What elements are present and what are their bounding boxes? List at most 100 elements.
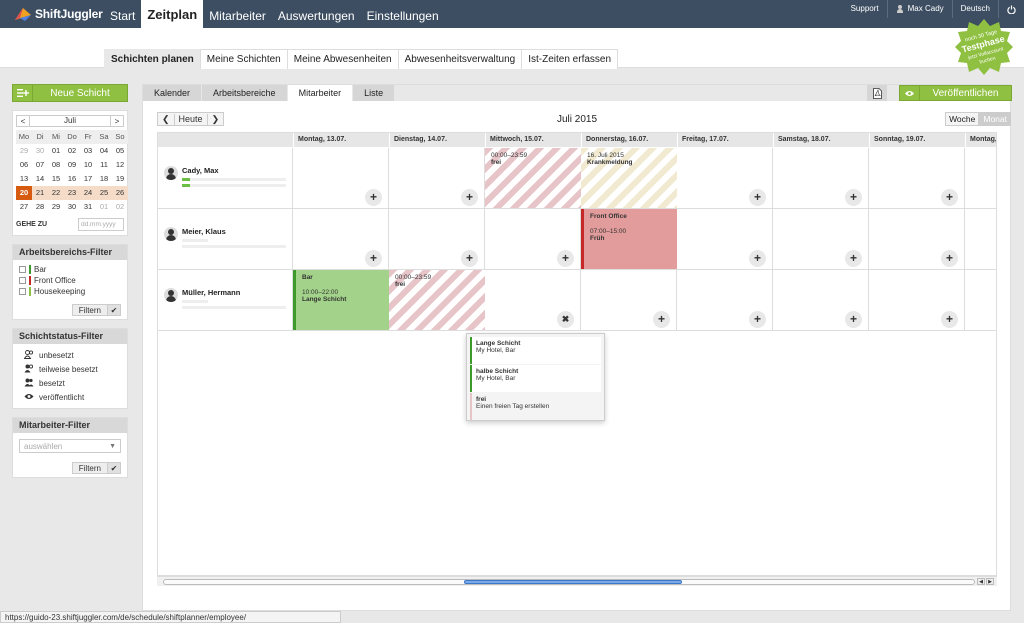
tab-kalender[interactable]: Kalender bbox=[143, 85, 203, 101]
calendar-day[interactable]: 16 bbox=[64, 172, 80, 186]
add-shift-button[interactable]: + bbox=[845, 189, 862, 206]
calendar-day[interactable]: 29 bbox=[48, 200, 64, 214]
scroll-track[interactable] bbox=[163, 579, 975, 585]
calendar-day[interactable]: 21 bbox=[32, 186, 48, 200]
area-filter-button[interactable]: Filtern ✔ bbox=[71, 304, 121, 316]
add-shift-button[interactable]: + bbox=[845, 250, 862, 267]
nav-start[interactable]: Start bbox=[104, 0, 141, 28]
shift-absence[interactable]: 00:00–23:59 frei bbox=[485, 148, 581, 208]
checkbox[interactable] bbox=[19, 276, 26, 284]
calendar-day[interactable]: 25 bbox=[96, 186, 112, 200]
add-shift-button[interactable]: + bbox=[749, 311, 766, 328]
calendar-day[interactable]: 01 bbox=[96, 200, 112, 214]
add-shift-button[interactable]: + bbox=[653, 311, 670, 328]
close-icon[interactable]: ✖ bbox=[557, 311, 574, 328]
add-shift-button[interactable]: + bbox=[461, 250, 478, 267]
calendar-day[interactable]: 02 bbox=[64, 144, 80, 158]
scroll-right-icon[interactable]: ▶ bbox=[986, 578, 994, 585]
scroll-thumb[interactable] bbox=[464, 580, 682, 584]
add-shift-button[interactable]: + bbox=[941, 311, 958, 328]
calendar-next-button[interactable]: > bbox=[111, 117, 123, 126]
horizontal-scrollbar[interactable]: ◀ ▶ bbox=[157, 576, 997, 586]
support-link[interactable]: Support bbox=[843, 0, 887, 18]
status-teilweise[interactable]: teilweise besetzt bbox=[13, 362, 127, 376]
goto-date-input[interactable]: dd.mm.yyyy bbox=[78, 218, 124, 231]
calendar-day[interactable]: 09 bbox=[64, 158, 80, 172]
calendar-day[interactable]: 01 bbox=[48, 144, 64, 158]
language-switch[interactable]: Deutsch bbox=[951, 0, 998, 18]
add-shift-button[interactable]: + bbox=[365, 250, 382, 267]
calendar-prev-button[interactable]: < bbox=[17, 117, 29, 126]
calendar-day[interactable]: 30 bbox=[32, 144, 48, 158]
area-filter-front-office[interactable]: Front Office bbox=[19, 275, 121, 285]
subnav-meine-schichten[interactable]: Meine Schichten bbox=[199, 49, 288, 69]
calendar-day[interactable]: 23 bbox=[64, 186, 80, 200]
today-button[interactable]: Heute bbox=[175, 114, 207, 124]
status-unbesetzt[interactable]: unbesetzt bbox=[13, 348, 127, 362]
prev-week-button[interactable]: ❮ bbox=[158, 113, 175, 125]
nav-einstellungen[interactable]: Einstellungen bbox=[361, 0, 445, 28]
calendar-day[interactable]: 26 bbox=[112, 186, 128, 200]
calendar-day[interactable]: 30 bbox=[64, 200, 80, 214]
area-filter-housekeeping[interactable]: Housekeeping bbox=[19, 286, 121, 296]
nav-mitarbeiter[interactable]: Mitarbeiter bbox=[203, 0, 272, 28]
calendar-day[interactable]: 14 bbox=[32, 172, 48, 186]
employee-filter-button[interactable]: Filtern ✔ bbox=[71, 462, 121, 474]
employee-select[interactable]: auswählen ▼ bbox=[19, 439, 121, 453]
subnav-ist-zeiten[interactable]: Ist-Zeiten erfassen bbox=[521, 49, 619, 69]
calendar-day[interactable]: 10 bbox=[80, 158, 96, 172]
popup-item-halbe-schicht[interactable]: halbe Schicht My Hotel, Bar bbox=[470, 365, 601, 392]
scroll-left-icon[interactable]: ◀ bbox=[977, 578, 985, 585]
view-week-button[interactable]: Woche bbox=[945, 112, 980, 126]
view-month-button[interactable]: Monat bbox=[979, 112, 1011, 126]
new-shift-button[interactable]: Neue Schicht bbox=[12, 84, 128, 102]
add-shift-button[interactable]: + bbox=[749, 189, 766, 206]
calendar-day[interactable]: 27 bbox=[16, 200, 32, 214]
calendar-day[interactable]: 02 bbox=[112, 200, 128, 214]
add-shift-button[interactable]: + bbox=[941, 250, 958, 267]
popup-item-frei[interactable]: frei Einen freien Tag erstellen bbox=[470, 393, 601, 420]
popup-item-lange-schicht[interactable]: Lange Schicht My Hotel, Bar bbox=[470, 337, 601, 364]
add-shift-button[interactable]: + bbox=[845, 311, 862, 328]
calendar-day[interactable]: 22 bbox=[48, 186, 64, 200]
nav-zeitplan[interactable]: Zeitplan bbox=[141, 0, 204, 28]
calendar-day[interactable]: 28 bbox=[32, 200, 48, 214]
employee-info[interactable]: Meier, Klaus bbox=[158, 209, 293, 269]
add-shift-button[interactable]: + bbox=[461, 189, 478, 206]
area-filter-bar[interactable]: Bar bbox=[19, 264, 121, 274]
checkbox[interactable] bbox=[19, 265, 26, 273]
calendar-day[interactable]: 13 bbox=[16, 172, 32, 186]
employee-info[interactable]: Müller, Hermann bbox=[158, 270, 293, 330]
calendar-day[interactable]: 05 bbox=[112, 144, 128, 158]
employee-info[interactable]: Cady, Max bbox=[158, 148, 293, 208]
user-menu[interactable]: Max Cady bbox=[886, 0, 952, 18]
subnav-abwesenheitsverwaltung[interactable]: Abwesenheitsverwaltung bbox=[397, 49, 523, 69]
app-logo[interactable]: ShiftJuggler bbox=[14, 4, 103, 24]
calendar-day[interactable]: 15 bbox=[48, 172, 64, 186]
calendar-day[interactable]: 07 bbox=[32, 158, 48, 172]
subnav-schichten-planen[interactable]: Schichten planen bbox=[104, 49, 201, 69]
tab-arbeitsbereiche[interactable]: Arbeitsbereiche bbox=[202, 85, 288, 101]
logout-button[interactable] bbox=[998, 0, 1024, 18]
calendar-day[interactable]: 03 bbox=[80, 144, 96, 158]
tab-liste[interactable]: Liste bbox=[353, 85, 396, 101]
next-week-button[interactable]: ❯ bbox=[206, 113, 224, 125]
calendar-day[interactable]: 18 bbox=[96, 172, 112, 186]
status-veroeffentlicht[interactable]: veröffentlicht bbox=[13, 390, 127, 404]
calendar-day[interactable]: 11 bbox=[96, 158, 112, 172]
add-shift-button[interactable]: + bbox=[749, 250, 766, 267]
calendar-day[interactable]: 12 bbox=[112, 158, 128, 172]
trial-badge[interactable]: noch 30 Tage Testphase jetzt Vollaccount… bbox=[955, 18, 1013, 76]
pdf-export-button[interactable] bbox=[867, 85, 887, 101]
calendar-day[interactable]: 31 bbox=[80, 200, 96, 214]
calendar-day[interactable]: 29 bbox=[16, 144, 32, 158]
calendar-day[interactable]: 08 bbox=[48, 158, 64, 172]
add-shift-button[interactable]: + bbox=[557, 250, 574, 267]
calendar-day-selected[interactable]: 20 bbox=[16, 186, 32, 200]
calendar-day[interactable]: 06 bbox=[16, 158, 32, 172]
shift-sick-note[interactable]: 16. Juli 2015 Krankmeldung bbox=[581, 148, 677, 208]
tab-mitarbeiter[interactable]: Mitarbeiter bbox=[287, 85, 354, 101]
shift-front-office[interactable]: Front Office 07:00–15:00 Früh bbox=[581, 209, 677, 269]
nav-auswertungen[interactable]: Auswertungen bbox=[272, 0, 361, 28]
add-shift-button[interactable]: + bbox=[941, 189, 958, 206]
